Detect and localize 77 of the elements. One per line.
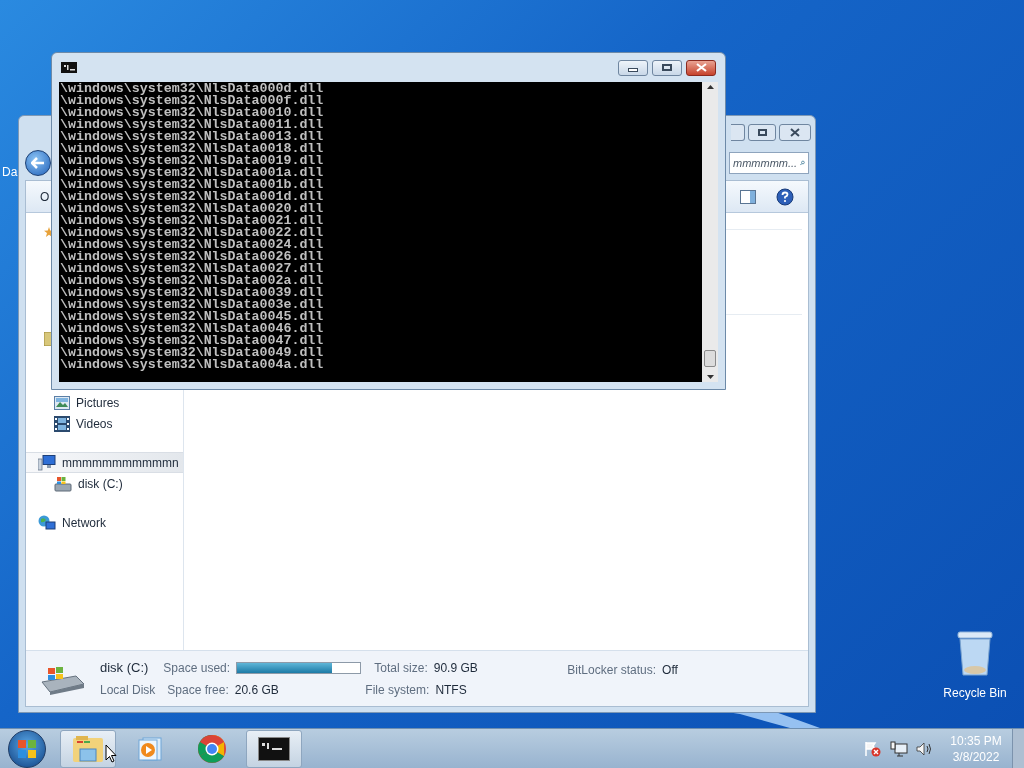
field-label: BitLocker status: [567,661,657,679]
field-label: Total size: [374,659,428,677]
close-icon [790,128,800,137]
console-line: \windows\system32\NlsData001d.dll [60,191,325,203]
minimize-button[interactable] [618,59,648,76]
start-button[interactable] [8,729,46,768]
console-line: \windows\system32\NlsData000d.dll [60,83,325,95]
field-value: 20.6 GB [234,681,279,699]
field-value: Off [662,661,678,679]
preview-pane-icon [740,189,756,204]
scrollbar[interactable] [702,82,718,382]
field-value: 90.9 GB [433,659,478,677]
search-field[interactable]: mmmmmm... [729,152,809,174]
desktop-icon-label[interactable]: Da [2,163,18,181]
computer-icon [38,454,56,471]
console-line: \windows\system32\NlsData001a.dll [60,167,325,179]
action-center-flag-icon[interactable] [864,740,882,757]
close-icon [695,63,707,72]
mouse-cursor-icon [105,744,117,763]
maximize-button[interactable] [748,124,776,141]
console-line: \windows\system32\NlsData0045.dll [60,311,325,323]
help-icon[interactable] [776,187,794,206]
nav-item[interactable]: Pictures [26,392,183,413]
pictures-icon [54,395,70,410]
console-icon [258,736,290,761]
console-line: \windows\system32\NlsData0019.dll [60,155,325,167]
field-label: File system: [365,681,430,699]
field-label: Space used: [163,659,231,677]
console-line: \windows\system32\NlsData0049.dll [60,347,325,359]
maximize-button[interactable] [652,59,682,76]
nav-item[interactable]: Videos [26,413,183,434]
field-label: Space free: [167,681,229,699]
console-line: \windows\system32\NlsData0039.dll [60,287,325,299]
media-player-icon [137,735,163,762]
volume-icon[interactable] [916,740,934,757]
network-icon[interactable] [890,740,908,757]
field-value: NTFS [435,681,467,699]
nav-item[interactable]: mmmmmmmmmmmn [26,452,183,473]
console-line: \windows\system32\NlsData0047.dll [60,335,325,347]
close-button[interactable] [686,59,716,76]
nav-item[interactable]: Network [26,512,183,533]
console-line: \windows\system32\NlsData0046.dll [60,323,325,335]
taskbar-button[interactable] [246,729,302,768]
windows-logo-icon [17,738,37,759]
nav-item[interactable]: disk (C:) [26,473,183,494]
film-icon [54,415,70,432]
drive-type: Local Disk [100,682,156,700]
console-line: \windows\system32\NlsData0018.dll [60,143,325,155]
console-line: \windows\system32\NlsData0021.dll [60,215,325,227]
back-arrow-icon [31,157,45,169]
console-line: \windows\system32\NlsData0011.dll [60,119,325,131]
console-line: \windows\system32\NlsData0026.dll [60,251,325,263]
console-line: \windows\system32\NlsData0022.dll [60,227,325,239]
console-line: \windows\system32\NlsData001b.dll [60,179,325,191]
folder-icon [72,734,104,763]
desktop-icon-label[interactable]: Recycle Bin [943,684,1007,702]
console-line: \windows\system32\NlsData004a.dll [60,359,325,371]
console-icon [61,62,77,73]
drive-name: disk (C:) [100,658,150,677]
recycle-bin-icon[interactable] [956,630,994,678]
scroll-down-icon[interactable] [706,375,714,379]
browser-icon [197,733,227,764]
drive-icon [54,475,72,492]
console-line: \windows\system32\NlsData003e.dll [60,299,325,311]
console-line: \windows\system32\NlsData0010.dll [60,107,325,119]
network-icon [38,514,56,531]
back-button[interactable] [25,150,51,176]
console-line: \windows\system32\NlsData0013.dll [60,131,325,143]
console-line: \windows\system32\NlsData0024.dll [60,239,325,251]
console-line: \windows\system32\NlsData0020.dll [60,203,325,215]
scroll-up-icon[interactable] [706,85,714,89]
console-line: \windows\system32\NlsData000f.dll [60,95,325,107]
console-line: \windows\system32\NlsData002a.dll [60,275,325,287]
scroll-thumb[interactable] [704,350,716,367]
console-line: \windows\system32\NlsData0027.dll [60,263,325,275]
organize-button[interactable]: O [40,187,50,206]
close-button[interactable] [779,124,811,141]
